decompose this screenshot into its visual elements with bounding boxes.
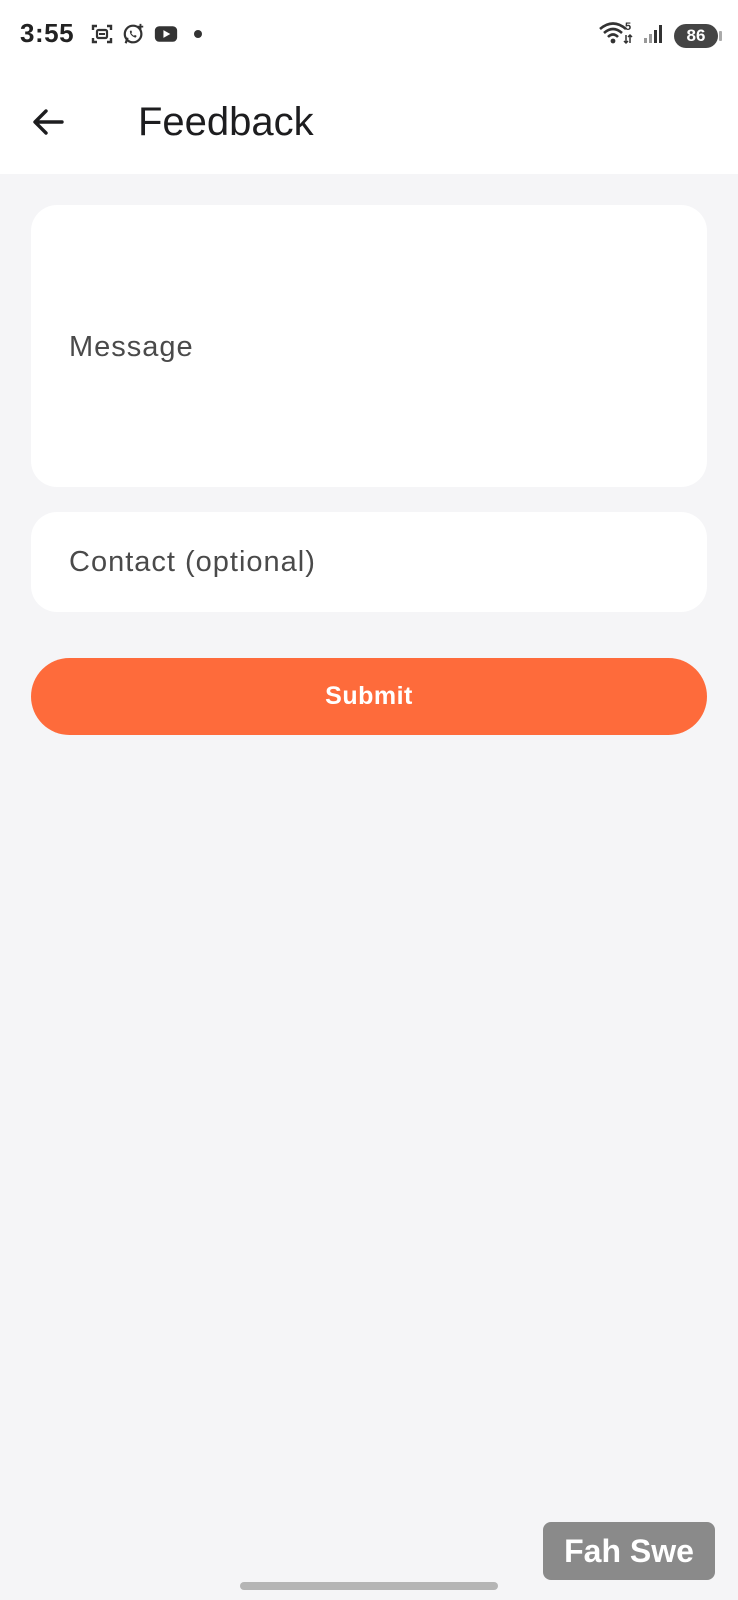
whatsapp-icon [122,22,146,46]
message-input[interactable] [31,205,707,487]
status-icons-left [90,22,202,46]
scan-icon [90,22,114,46]
page-title: Feedback [138,100,314,144]
back-button[interactable] [22,96,74,148]
contact-input[interactable] [31,512,707,612]
battery-level: 86 [686,25,706,45]
cellular-signal-icon [642,21,666,50]
youtube-icon [154,22,178,46]
app-bar: Feedback [0,70,738,174]
submit-button[interactable]: Submit [31,658,707,735]
status-bar: 3:55 5 86 [0,0,738,70]
battery-icon: 86 [674,23,722,48]
svg-text:5: 5 [625,21,631,33]
arrow-left-icon [33,109,64,135]
status-icons-right: 5 86 [598,20,722,51]
notification-dot-icon [194,30,202,38]
status-time: 3:55 [20,18,75,48]
contact-field[interactable] [31,512,707,612]
home-indicator[interactable] [240,1582,498,1590]
wifi-icon: 5 [598,20,634,51]
watermark: Fah Swe [543,1522,715,1580]
message-field[interactable] [31,205,707,487]
